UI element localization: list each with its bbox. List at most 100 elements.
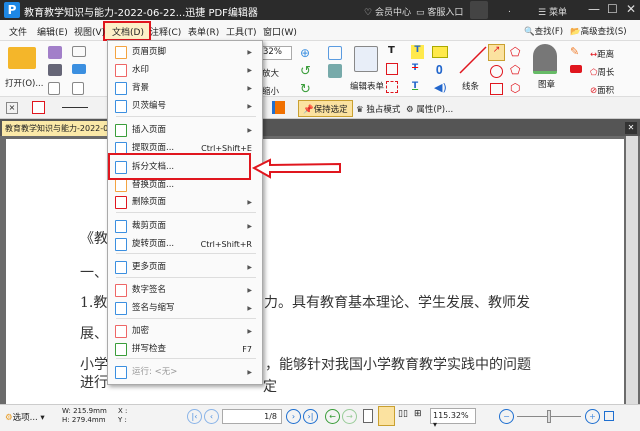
text-field-icon[interactable]: T bbox=[388, 45, 395, 56]
pencil-icon[interactable]: ✎ bbox=[570, 45, 579, 58]
zoom-select[interactable]: 32% bbox=[262, 46, 292, 60]
member-center-button[interactable]: ♡ 会员中心 bbox=[364, 5, 411, 18]
prev-page-button[interactable]: ‹ bbox=[204, 409, 219, 424]
typewriter-icon[interactable]: T bbox=[411, 45, 424, 59]
menu-item-watermark[interactable]: 水印 ▶ bbox=[108, 62, 262, 79]
facing-pages-icon[interactable]: ▯▯ bbox=[398, 409, 408, 419]
menu-form[interactable]: 表单(R) bbox=[188, 25, 219, 38]
polygon-icon[interactable]: ⬠ bbox=[510, 63, 520, 77]
menu-document[interactable]: 文档(D) bbox=[112, 25, 144, 38]
sound-icon[interactable]: ◀) bbox=[434, 81, 447, 94]
underline-icon[interactable]: T bbox=[412, 81, 418, 91]
attachment-icon[interactable]: 𝟎 bbox=[436, 63, 443, 78]
save-icon[interactable] bbox=[48, 46, 62, 59]
callout-icon[interactable] bbox=[386, 81, 398, 93]
menu-file[interactable]: 文件 bbox=[9, 25, 27, 38]
zoom-select[interactable]: 115.32% ▾ bbox=[430, 408, 476, 429]
strikeout-icon[interactable]: T bbox=[412, 63, 418, 73]
edit-form-button[interactable]: 编辑表单 bbox=[350, 80, 384, 92]
page-number-input[interactable]: 1/8 bbox=[222, 409, 282, 424]
menu-edit[interactable]: 编辑(E) bbox=[37, 25, 68, 38]
forward-button[interactable]: → bbox=[342, 409, 357, 424]
keep-selected-button[interactable]: 📌保持选定 bbox=[298, 100, 353, 117]
add-image-icon[interactable] bbox=[328, 64, 342, 78]
fit-page-icon[interactable] bbox=[604, 411, 614, 421]
lines-button[interactable]: 线条 bbox=[462, 80, 479, 92]
menu-comment[interactable]: 注释(C) bbox=[150, 25, 181, 38]
open-button[interactable]: 打开(O)... bbox=[5, 77, 43, 89]
menu-item-background[interactable]: 背景 ▶ bbox=[108, 80, 262, 97]
line-icon[interactable] bbox=[458, 45, 488, 75]
exclusive-mode-button[interactable]: ♛ 独占模式 bbox=[356, 103, 400, 115]
replace-pages-icon bbox=[115, 179, 127, 192]
arrow-tool-icon[interactable]: ↗ bbox=[488, 44, 505, 61]
maximize-button[interactable]: ☐ bbox=[607, 2, 618, 16]
advanced-find-button[interactable]: 📂高级查找(S) bbox=[570, 25, 627, 37]
avatar[interactable] bbox=[470, 1, 488, 19]
minimize-button[interactable]: — bbox=[588, 2, 600, 16]
edit-form-icon[interactable] bbox=[354, 46, 378, 72]
zoom-tool-icon[interactable]: ⊕ bbox=[300, 46, 310, 60]
fill-color-swatch[interactable] bbox=[272, 101, 285, 114]
zoom-slider-thumb[interactable] bbox=[547, 410, 551, 423]
new-doc-icon[interactable] bbox=[72, 82, 84, 95]
no-fill-icon[interactable]: × bbox=[6, 102, 18, 114]
stamp-button[interactable]: 图章 bbox=[538, 78, 555, 90]
vertical-scrollbar[interactable] bbox=[626, 136, 638, 404]
menu-item-header-footer[interactable]: 页眉页脚 ▶ bbox=[108, 44, 262, 61]
email-icon[interactable] bbox=[72, 46, 86, 57]
menu-item-insert-pages[interactable]: 插入页面 ▶ bbox=[108, 122, 262, 139]
find-button[interactable]: 🔍查找(F) bbox=[524, 25, 563, 37]
perimeter-button[interactable]: ⬠周长 bbox=[590, 66, 614, 78]
properties-button[interactable]: ⚙ 属性(P)... bbox=[406, 103, 453, 115]
menu-item-spell-check[interactable]: 拼写检查 F7 bbox=[108, 341, 262, 358]
menu-item-digital-signature[interactable]: 数字签名 ▶ bbox=[108, 282, 262, 299]
zoom-out-button[interactable]: 缩小 bbox=[262, 85, 279, 97]
area-button[interactable]: ⊘面积 bbox=[590, 84, 614, 96]
menu-view[interactable]: 视图(V) bbox=[74, 25, 105, 38]
menu-item-encrypt[interactable]: 加密 ▶ bbox=[108, 323, 262, 340]
continuous-page-icon[interactable] bbox=[378, 406, 395, 426]
menu-item-more-pages[interactable]: 更多页面 ▶ bbox=[108, 259, 262, 276]
print-icon[interactable] bbox=[48, 64, 62, 76]
close-tab-button[interactable]: ✕ bbox=[625, 122, 637, 134]
rotate-right-icon[interactable]: ↻ bbox=[300, 82, 311, 97]
menu-item-bates-numbering[interactable]: 贝茨编号 ▶ bbox=[108, 98, 262, 115]
main-menu-button[interactable]: ☰ 菜单 bbox=[538, 5, 567, 18]
first-page-button[interactable]: |‹ bbox=[187, 409, 202, 424]
export-icon[interactable] bbox=[48, 82, 60, 95]
cloud-icon[interactable]: ⬡ bbox=[510, 81, 520, 95]
menu-window[interactable]: 窗口(W) bbox=[263, 25, 297, 38]
polyline-icon[interactable]: ⬠ bbox=[510, 45, 520, 59]
zoom-in-button[interactable]: 放大 bbox=[262, 67, 279, 79]
stamp-icon[interactable] bbox=[533, 44, 557, 74]
document-tab[interactable]: 教育教学知识与能力-2022-06-22 bbox=[2, 121, 110, 136]
menu-tools[interactable]: 工具(T) bbox=[226, 25, 257, 38]
menu-item-delete-pages[interactable]: 删除页面 ▶ bbox=[108, 194, 262, 211]
zoom-in-status-button[interactable]: + bbox=[585, 409, 600, 424]
last-page-button[interactable]: ›| bbox=[303, 409, 318, 424]
options-button[interactable]: ⚙选项... ▾ bbox=[5, 411, 45, 423]
eraser-icon[interactable] bbox=[570, 65, 582, 73]
stroke-color-swatch[interactable] bbox=[32, 101, 45, 114]
rectangle-icon[interactable] bbox=[490, 83, 503, 95]
rotate-left-icon[interactable]: ↺ bbox=[300, 64, 311, 79]
menu-item-crop-pages[interactable]: 裁剪页面 ▶ bbox=[108, 218, 262, 235]
folder-icon[interactable] bbox=[8, 47, 36, 69]
support-button[interactable]: ▭ 客服入口 bbox=[416, 5, 463, 18]
next-page-button[interactable]: › bbox=[286, 409, 301, 424]
distance-button[interactable]: ↔距离 bbox=[590, 48, 614, 60]
zoom-out-button[interactable]: − bbox=[499, 409, 514, 424]
close-button[interactable]: ✕ bbox=[626, 2, 636, 16]
textbox-icon[interactable] bbox=[386, 63, 398, 75]
image-edit-icon[interactable] bbox=[328, 46, 342, 60]
continuous-facing-icon[interactable]: ⊞ bbox=[414, 409, 422, 419]
ellipse-icon[interactable] bbox=[490, 65, 503, 78]
back-button[interactable]: ← bbox=[325, 409, 340, 424]
menu-item-rotate-pages[interactable]: 旋转页面... Ctrl+Shift+R bbox=[108, 236, 262, 253]
scan-icon[interactable] bbox=[72, 64, 86, 74]
menu-item-sign-initials[interactable]: 签名与缩写 ▶ bbox=[108, 300, 262, 317]
single-page-icon[interactable] bbox=[363, 409, 373, 423]
note-icon[interactable] bbox=[432, 46, 448, 58]
line-style-select[interactable] bbox=[62, 107, 88, 108]
